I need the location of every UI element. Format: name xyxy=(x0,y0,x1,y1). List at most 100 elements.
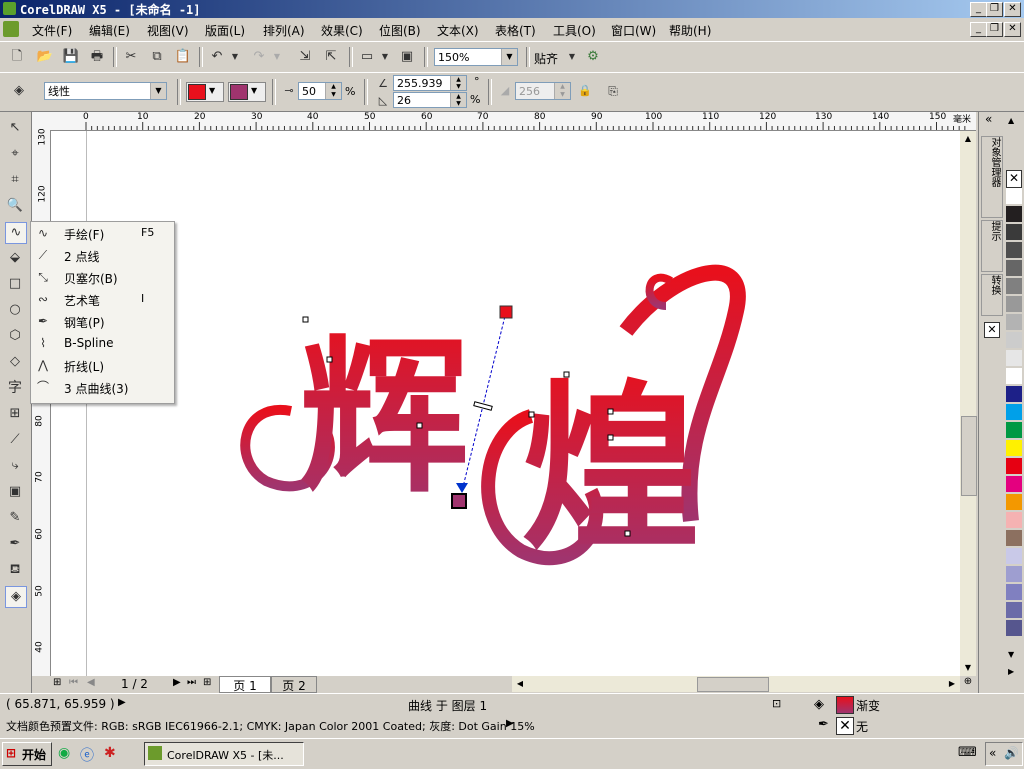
node-handle[interactable] xyxy=(416,422,423,429)
end-color-picker[interactable]: ▼ xyxy=(228,82,266,102)
last-page-icon[interactable]: ⏭ xyxy=(187,677,196,688)
artwork[interactable]: 辉 煌 xyxy=(51,131,960,676)
scroll-right-icon[interactable]: ▶ xyxy=(944,676,960,692)
outline-pen-tool-icon[interactable]: ✒ xyxy=(5,534,25,554)
palette-swatch[interactable] xyxy=(1006,314,1022,331)
palette-swatch[interactable] xyxy=(1006,224,1022,241)
start-button[interactable]: ⊞ 开始 xyxy=(2,742,52,766)
tab-page-2[interactable]: 页 2 xyxy=(271,676,317,693)
docker-close-icon[interactable]: ✕ xyxy=(984,322,1000,338)
vertical-scrollbar[interactable]: ▲ ▼ xyxy=(960,131,977,676)
snap-dropdown-icon[interactable]: ▼ xyxy=(563,48,581,66)
flyout-item-bezier[interactable]: ⤡ 贝塞尔(B) xyxy=(31,266,174,288)
navigator-icon[interactable]: ⊕ xyxy=(960,676,976,692)
import-icon[interactable]: ⇲ xyxy=(296,48,314,66)
docker-tab-hints[interactable]: 提示 xyxy=(981,220,1003,272)
scroll-down-icon[interactable]: ▼ xyxy=(960,660,976,676)
palette-swatch[interactable] xyxy=(1006,458,1022,475)
no-color-swatch[interactable]: ✕ xyxy=(1006,170,1022,188)
polygon-tool-icon[interactable]: ⬡ xyxy=(5,326,25,346)
spin-arrows-icon[interactable]: ▲ ▼ xyxy=(450,76,466,90)
menu-help[interactable]: 帮助(H) xyxy=(669,22,711,39)
node-handle[interactable] xyxy=(326,356,333,363)
minimize-button[interactable]: _ xyxy=(970,2,987,17)
browser-icon[interactable]: ⓔ xyxy=(80,745,94,765)
crop-tool-icon[interactable]: ⌗ xyxy=(5,170,25,190)
scroll-left-icon[interactable]: ◀ xyxy=(512,676,528,692)
flyout-item-two-point-line[interactable]: ⟋ 2 点线 xyxy=(31,244,174,266)
artwork-char-1[interactable]: 辉 xyxy=(299,317,469,517)
interactive-fill-icon[interactable]: ◈ xyxy=(10,82,28,100)
palette-scroll-down-icon[interactable]: ▼ xyxy=(1008,650,1014,659)
menu-window[interactable]: 窗口(W) xyxy=(611,22,656,39)
doc-minimize-button[interactable]: _ xyxy=(970,22,987,37)
dimension-tool-icon[interactable]: ⟋ xyxy=(5,430,25,450)
doc-restore-button[interactable]: ❐ xyxy=(986,22,1003,37)
horizontal-scroll-thumb[interactable] xyxy=(697,677,769,692)
node-handle[interactable] xyxy=(624,530,631,537)
connector-tool-icon[interactable]: ⤷ xyxy=(5,456,25,476)
palette-swatch[interactable] xyxy=(1006,566,1022,583)
horizontal-ruler[interactable]: 0 10 20 30 40 50 60 70 80 90 100 110 120… xyxy=(50,112,976,131)
copy-properties-icon[interactable]: ⎘ xyxy=(604,82,622,100)
undo-dropdown-icon[interactable]: ▼ xyxy=(226,48,244,66)
add-page-icon[interactable]: ⊞ xyxy=(53,677,61,688)
doc-close-button[interactable]: ✕ xyxy=(1004,22,1021,37)
application-launcher-icon[interactable]: ▭ xyxy=(358,48,376,66)
palette-swatch[interactable] xyxy=(1006,548,1022,565)
gradient-midpoint-slider[interactable] xyxy=(473,401,493,411)
palette-swatch[interactable] xyxy=(1006,278,1022,295)
palette-swatch[interactable] xyxy=(1006,602,1022,619)
tab-page-1[interactable]: 页 1 xyxy=(219,676,271,693)
menu-edit[interactable]: 编辑(E) xyxy=(89,22,130,39)
undo-icon[interactable]: ↶ xyxy=(208,48,226,66)
open-icon[interactable]: 📂 xyxy=(36,48,54,66)
close-button[interactable]: ✕ xyxy=(1004,2,1021,17)
start-color-picker[interactable]: ▼ xyxy=(186,82,224,102)
node-handle[interactable] xyxy=(302,316,309,323)
docker-tab-object-manager[interactable]: 对象管理器 xyxy=(981,136,1003,218)
pick-tool-icon[interactable]: ↖ xyxy=(5,118,25,138)
node-handle[interactable] xyxy=(563,371,570,378)
menu-file[interactable]: 文件(F) xyxy=(32,22,72,39)
paste-icon[interactable]: 📋 xyxy=(174,48,192,66)
expand-profile-icon[interactable]: ▶ xyxy=(506,718,514,729)
palette-expand-icon[interactable]: ▶ xyxy=(1008,667,1014,676)
menu-arrange[interactable]: 排列(A) xyxy=(263,22,305,39)
horizontal-scrollbar[interactable]: ◀ ▶ xyxy=(512,676,960,692)
cut-icon[interactable]: ✂ xyxy=(122,48,140,66)
first-page-icon[interactable]: ⏮ xyxy=(69,677,78,688)
palette-swatch[interactable] xyxy=(1006,260,1022,277)
palette-swatch[interactable] xyxy=(1006,440,1022,457)
expand-status-icon[interactable]: ▶ xyxy=(118,697,126,708)
redo-dropdown-icon[interactable]: ▼ xyxy=(268,48,286,66)
node-handle[interactable] xyxy=(528,411,535,418)
fill-tool-icon[interactable]: ⛾ xyxy=(5,560,25,580)
artwork-char-2[interactable]: 煌 xyxy=(521,363,701,574)
menu-text[interactable]: 文本(X) xyxy=(437,22,479,39)
chevron-down-icon[interactable]: ▼ xyxy=(501,49,517,65)
zoom-level-combo[interactable]: 150% ▼ xyxy=(434,48,518,66)
keyboard-icon[interactable]: ⌨ xyxy=(958,745,977,760)
palette-swatch[interactable] xyxy=(1006,188,1022,205)
palette-swatch[interactable] xyxy=(1006,494,1022,511)
palette-swatch[interactable] xyxy=(1006,386,1022,403)
media-player-icon[interactable]: ◉ xyxy=(58,745,70,761)
shape-tool-icon[interactable]: ⌖ xyxy=(5,144,25,164)
menu-table[interactable]: 表格(T) xyxy=(495,22,536,39)
basic-shapes-tool-icon[interactable]: ◇ xyxy=(5,352,25,372)
drawing-canvas[interactable]: 辉 煌 xyxy=(51,131,960,676)
options-icon[interactable]: ⚙ xyxy=(584,48,602,66)
palette-swatch[interactable] xyxy=(1006,512,1022,529)
angle-spinbox[interactable]: 255.939 ▲ ▼ xyxy=(393,75,467,91)
menu-effects[interactable]: 效果(C) xyxy=(321,22,363,39)
palette-swatch[interactable] xyxy=(1006,422,1022,439)
volume-icon[interactable]: 🔊 xyxy=(1004,746,1019,760)
spin-arrows-icon[interactable]: ▲ ▼ xyxy=(325,83,341,99)
chevron-down-icon[interactable]: ▼ xyxy=(150,83,166,99)
prev-page-icon[interactable]: ◀ xyxy=(87,677,95,688)
tray-expand-icon[interactable]: « xyxy=(989,746,996,760)
palette-swatch[interactable] xyxy=(1006,242,1022,259)
gradient-end-handle[interactable] xyxy=(451,493,467,509)
fill-color-swatch[interactable] xyxy=(836,696,854,714)
